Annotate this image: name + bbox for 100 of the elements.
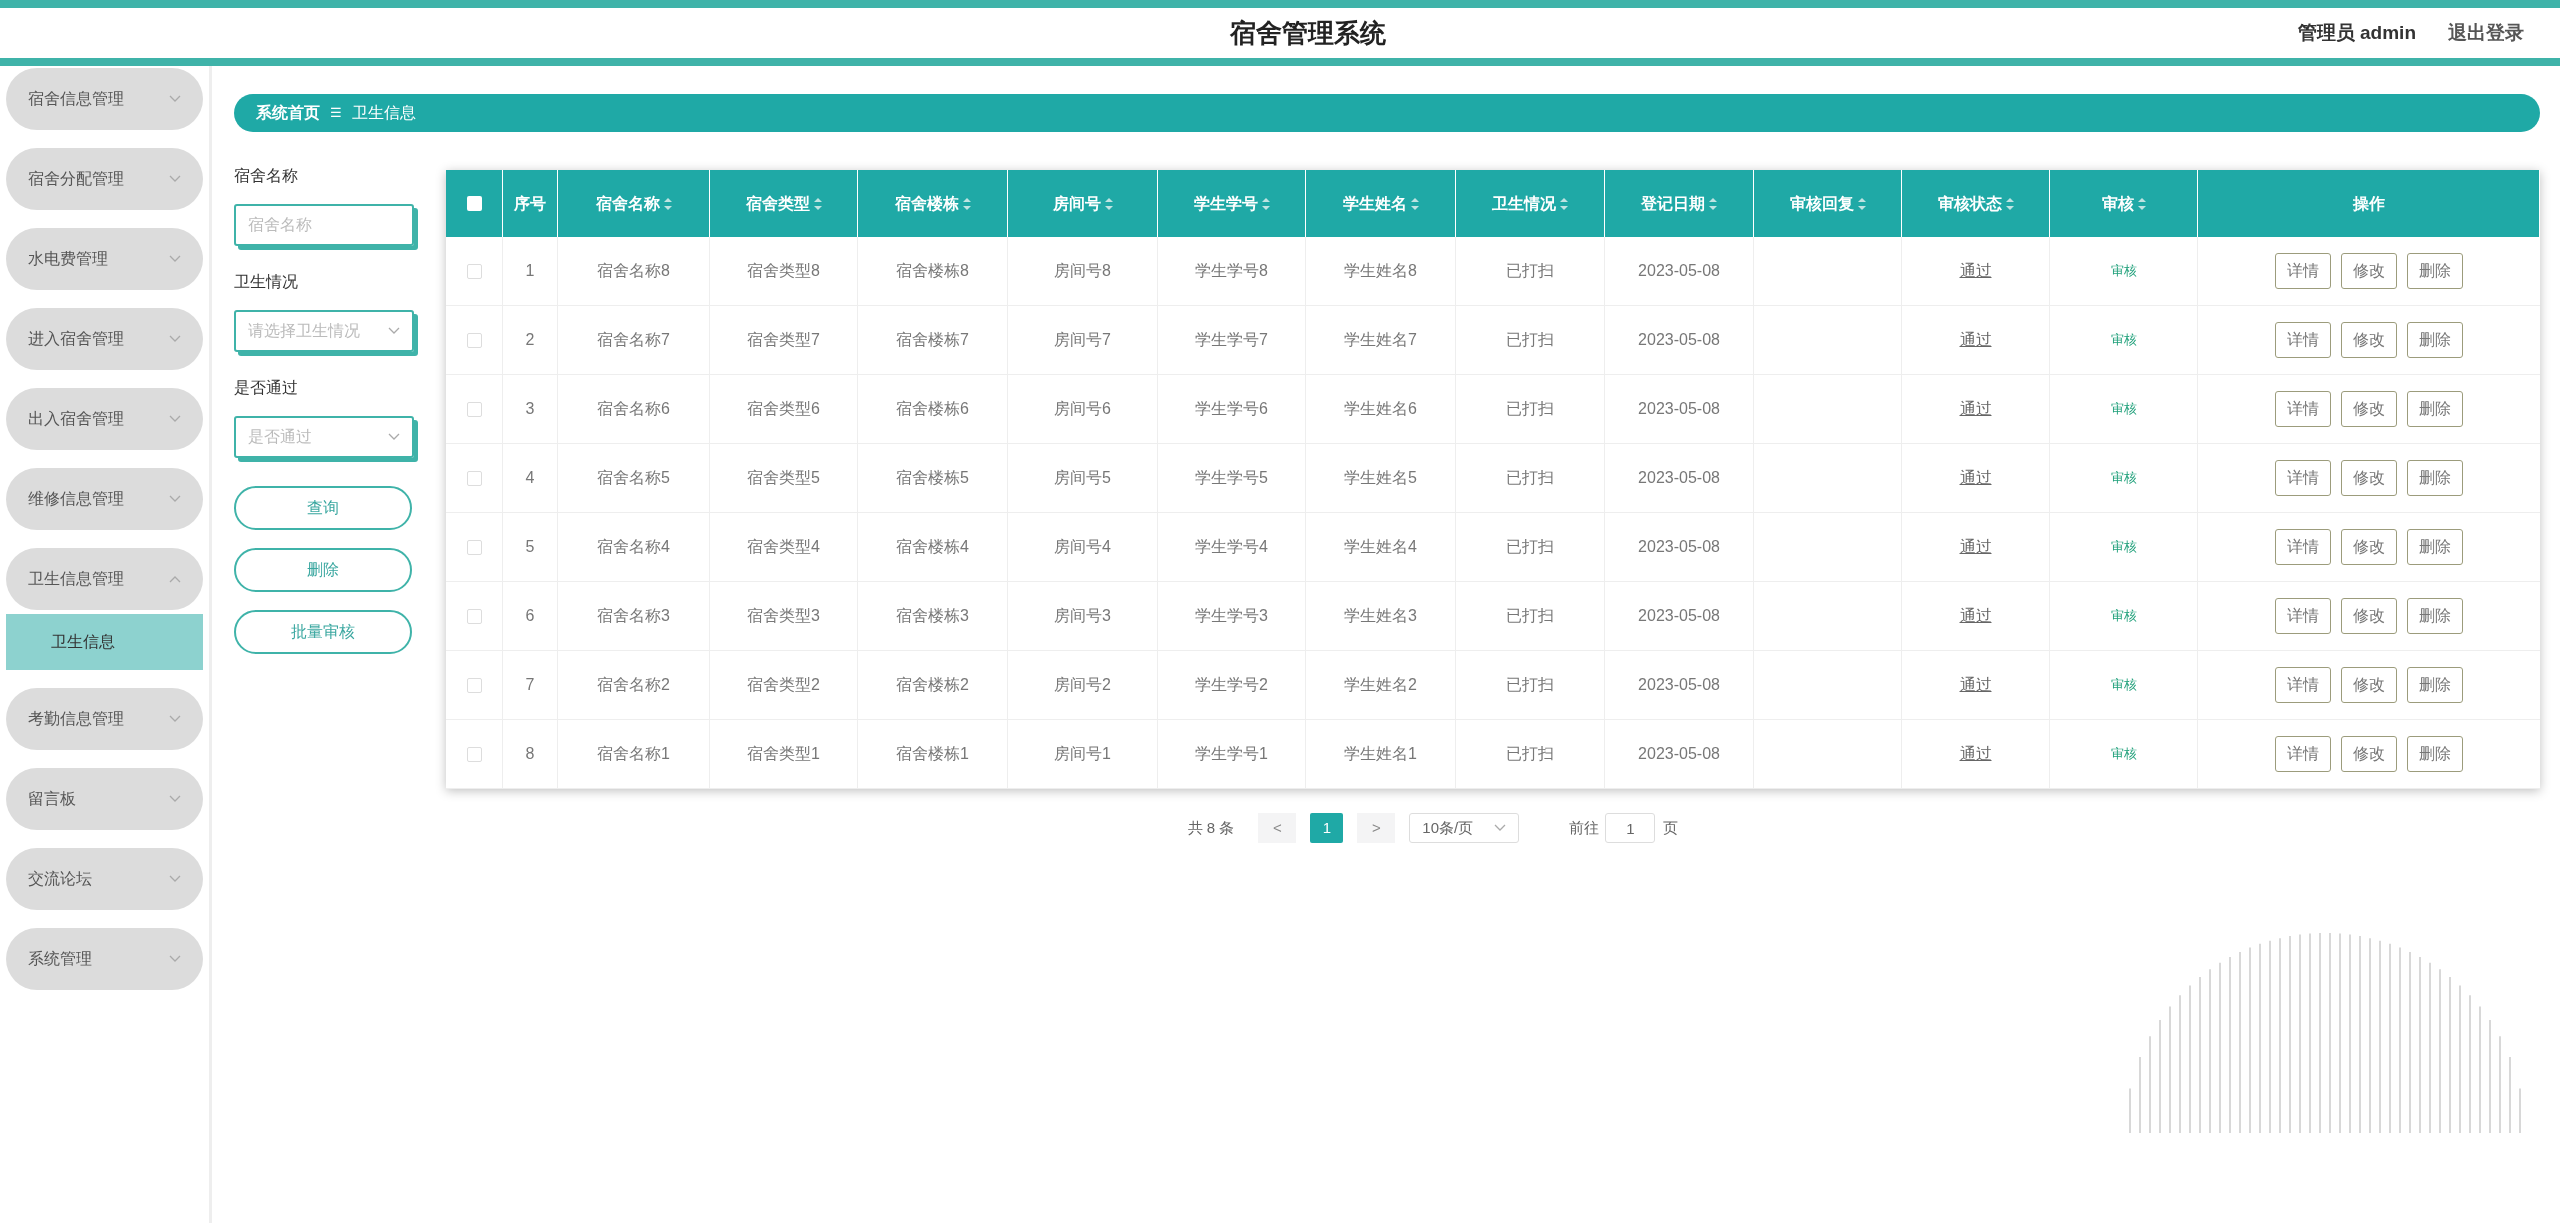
row-action-button[interactable]: 修改 [2341,322,2397,358]
sidebar-item[interactable]: 考勤信息管理 [6,688,203,750]
goto-page-input[interactable]: 1 [1605,813,1656,843]
review-link[interactable]: 审核 [2110,261,2137,281]
row-action-button[interactable]: 修改 [2341,598,2397,634]
review-link[interactable]: 审核 [2110,606,2137,626]
sidebar-subitem[interactable]: 卫生信息 [6,614,203,670]
status-link[interactable]: 通过 [1959,535,1992,559]
table-cell-text: 宿舍名称6 [597,399,670,419]
row-action-button[interactable]: 修改 [2341,391,2397,427]
row-action-button[interactable]: 删除 [2407,736,2463,772]
sort-icon[interactable] [2005,197,2014,210]
chevron-down-icon [169,255,181,263]
prev-page-button[interactable]: < [1258,813,1297,843]
table-cell-text: 已打扫 [1506,537,1554,557]
row-checkbox[interactable] [466,263,482,279]
row-action-button[interactable]: 详情 [2275,529,2331,565]
sort-icon[interactable] [1410,197,1419,210]
row-action-button[interactable]: 修改 [2341,667,2397,703]
row-action-button[interactable]: 详情 [2275,667,2331,703]
breadcrumb-link[interactable]: 系统首页 [256,101,320,125]
row-action-button[interactable]: 详情 [2275,736,2331,772]
sort-icon[interactable] [1709,197,1717,210]
row-checkbox[interactable] [466,608,482,624]
row-checkbox[interactable] [466,470,482,486]
sidebar-item[interactable]: 维修信息管理 [6,468,203,530]
table-cell-text: 宿舍类型3 [747,606,820,626]
sort-icon[interactable] [813,197,822,210]
row-checkbox[interactable] [466,332,482,348]
table-cell-text: 房间号7 [1054,330,1111,350]
page-button[interactable]: 1 [1310,813,1344,843]
action-button[interactable]: 删除 [234,548,412,592]
row-action-button[interactable]: 删除 [2407,598,2463,634]
table-cell-text: 7 [525,675,535,695]
action-button[interactable]: 批量审核 [234,610,412,654]
row-action-button[interactable]: 详情 [2275,391,2331,427]
review-link[interactable]: 审核 [2110,744,2137,764]
sidebar-item[interactable]: 水电费管理 [6,228,203,290]
row-action-button[interactable]: 详情 [2275,598,2331,634]
sort-icon[interactable] [663,197,672,210]
status-link[interactable]: 通过 [1959,466,1992,490]
table-cell-text: 房间号2 [1054,675,1111,695]
status-link[interactable]: 通过 [1959,397,1992,421]
review-link[interactable]: 审核 [2110,675,2137,695]
status-link[interactable]: 通过 [1959,742,1992,766]
sidebar-item[interactable]: 宿舍分配管理 [6,148,203,210]
sidebar-item[interactable]: 系统管理 [6,928,203,990]
row-action-button[interactable]: 删除 [2407,529,2463,565]
page-size-select[interactable]: 10条/页 [1409,813,1520,843]
sidebar-item[interactable]: 留言板 [6,768,203,830]
row-action-button[interactable]: 删除 [2407,667,2463,703]
status-link[interactable]: 通过 [1959,604,1992,628]
sidebar-item[interactable]: 出入宿舍管理 [6,388,203,450]
chevron-down-icon [169,795,181,803]
row-action-button[interactable]: 修改 [2341,460,2397,496]
table-cell-text: 2023-05-08 [1638,330,1720,350]
column-title: 操作 [2352,193,2385,214]
table-cell-text: 5 [525,537,535,557]
review-link[interactable]: 审核 [2110,537,2137,557]
sort-icon[interactable] [1560,197,1568,210]
row-action-button[interactable]: 删除 [2407,391,2463,427]
table-cell-text: 2023-05-08 [1638,675,1720,695]
row-action-button[interactable]: 删除 [2407,253,2463,289]
row-action-button[interactable]: 修改 [2341,736,2397,772]
table-cell-text: 学生姓名4 [1344,537,1417,557]
row-action-button[interactable]: 详情 [2275,460,2331,496]
row-action-button[interactable]: 删除 [2407,322,2463,358]
breadcrumb-current: 卫生信息 [352,103,416,123]
row-checkbox[interactable] [466,401,482,417]
sort-icon[interactable] [1104,197,1113,210]
table-cell-text: 宿舍楼栋5 [896,468,969,488]
row-action-button[interactable]: 详情 [2275,253,2331,289]
sort-icon[interactable] [962,197,971,210]
sort-icon[interactable] [1261,197,1270,210]
status-link[interactable]: 通过 [1959,673,1992,697]
sidebar-item[interactable]: 卫生信息管理 [6,548,203,610]
row-action-button[interactable]: 修改 [2341,529,2397,565]
next-page-button[interactable]: > [1357,813,1396,843]
status-link[interactable]: 通过 [1959,259,1992,283]
row-checkbox[interactable] [466,746,482,762]
row-action-button[interactable]: 删除 [2407,460,2463,496]
sidebar-item[interactable]: 宿舍信息管理 [6,68,203,130]
row-action-button[interactable]: 详情 [2275,322,2331,358]
sort-icon[interactable] [2137,197,2146,210]
action-button[interactable]: 查询 [234,486,412,530]
row-checkbox[interactable] [466,539,482,555]
sidebar-item[interactable]: 进入宿舍管理 [6,308,203,370]
select-all-checkbox[interactable] [466,196,482,211]
status-link[interactable]: 通过 [1959,328,1992,352]
review-link[interactable]: 审核 [2110,468,2137,488]
row-checkbox[interactable] [466,677,482,693]
review-link[interactable]: 审核 [2110,399,2137,419]
sort-icon[interactable] [1857,197,1866,210]
table-cell-text: 房间号1 [1054,744,1111,764]
table-cell-text: 学生姓名6 [1344,399,1417,419]
row-action-button[interactable]: 修改 [2341,253,2397,289]
table-cell-text: 宿舍楼栋1 [896,744,969,764]
sidebar-item[interactable]: 交流论坛 [6,848,203,910]
review-link[interactable]: 审核 [2110,330,2137,350]
logout-link[interactable]: 退出登录 [2448,18,2524,48]
